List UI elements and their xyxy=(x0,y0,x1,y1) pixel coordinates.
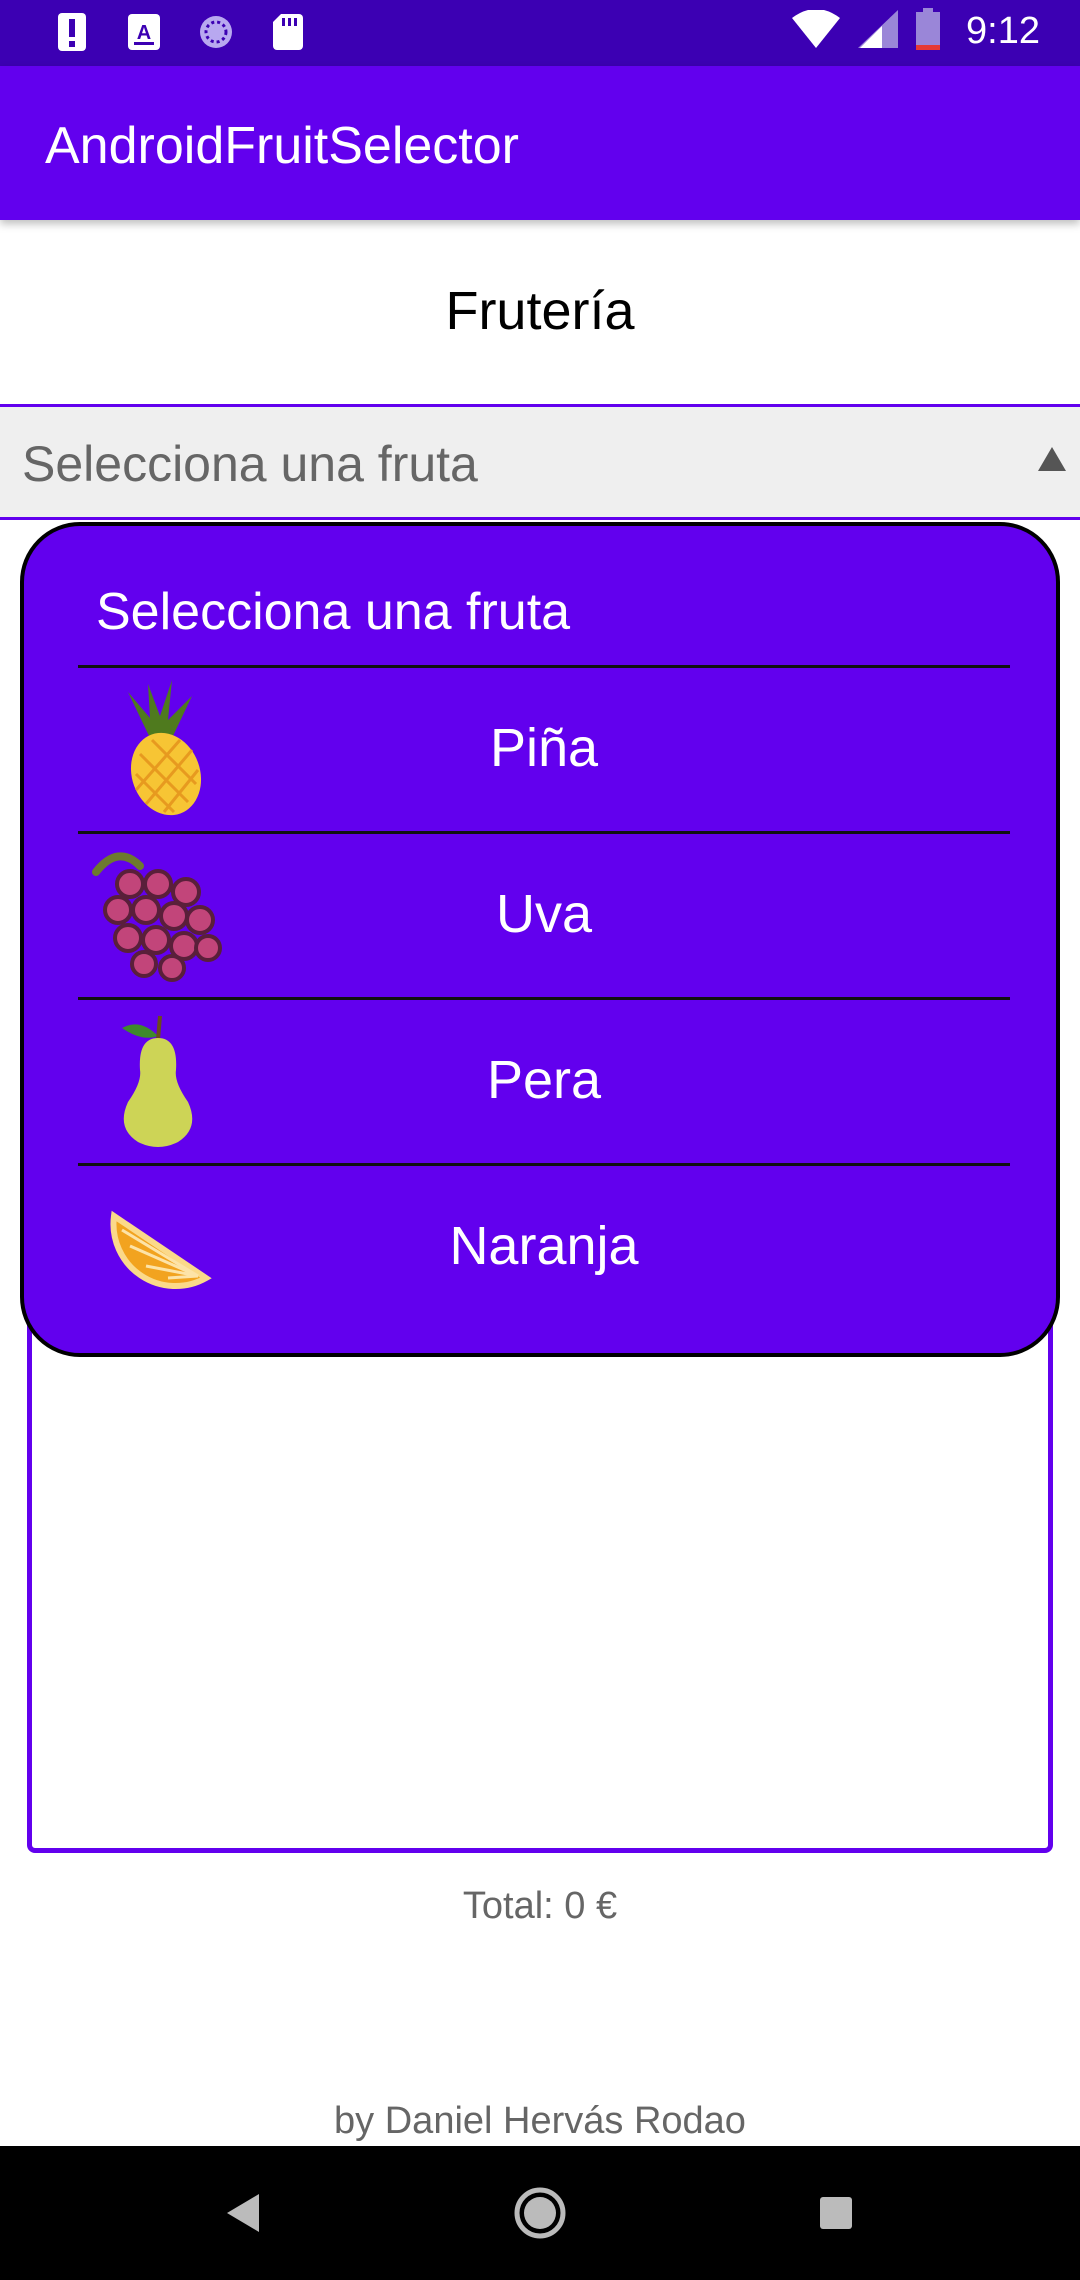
fruit-spinner[interactable]: Selecciona una fruta xyxy=(0,404,1080,520)
option-label: Piña xyxy=(489,718,599,778)
clock: 9:12 xyxy=(966,10,1040,52)
app-bar: AndroidFruitSelector xyxy=(0,66,1080,220)
option-uva[interactable]: Uva xyxy=(78,834,1010,994)
spinner-placeholder: Selecciona una fruta xyxy=(22,436,478,492)
app-title: AndroidFruitSelector xyxy=(45,117,519,175)
author-credit: by Daniel Hervás Rodao xyxy=(334,2100,746,2142)
battery-icon xyxy=(916,8,941,55)
option-label: Uva xyxy=(495,884,593,944)
wifi-icon xyxy=(792,9,841,53)
font-icon: A xyxy=(124,10,164,54)
sync-icon xyxy=(196,10,236,54)
back-icon[interactable] xyxy=(208,2178,278,2248)
navigation-bar xyxy=(0,2146,1080,2280)
status-icons-right: 9:12 xyxy=(792,8,1040,55)
option-naranja[interactable]: Naranja xyxy=(78,1166,1010,1326)
status-bar: A 9:12 xyxy=(0,0,1080,66)
alert-icon xyxy=(52,10,92,54)
option-pera[interactable]: Pera xyxy=(78,1000,1010,1160)
sd-card-icon xyxy=(268,10,308,54)
dropdown-arrow-icon xyxy=(1038,447,1066,471)
option-label: Pera xyxy=(486,1050,602,1110)
status-icons-left: A xyxy=(52,10,308,54)
option-pina[interactable]: Piña xyxy=(78,668,1010,828)
home-icon[interactable] xyxy=(505,2178,575,2248)
dropdown-header[interactable]: Selecciona una fruta xyxy=(96,582,570,642)
total-label: Total: 0 € xyxy=(462,1885,618,1927)
option-label: Naranja xyxy=(449,1216,639,1276)
page-title: Frutería xyxy=(445,281,635,341)
signal-icon xyxy=(858,10,899,53)
fruit-dropdown-popup: Selecciona una fruta Piña Uva Pera Naran… xyxy=(20,522,1060,1357)
svg-text:A: A xyxy=(137,22,151,44)
recents-icon[interactable] xyxy=(801,2178,871,2248)
